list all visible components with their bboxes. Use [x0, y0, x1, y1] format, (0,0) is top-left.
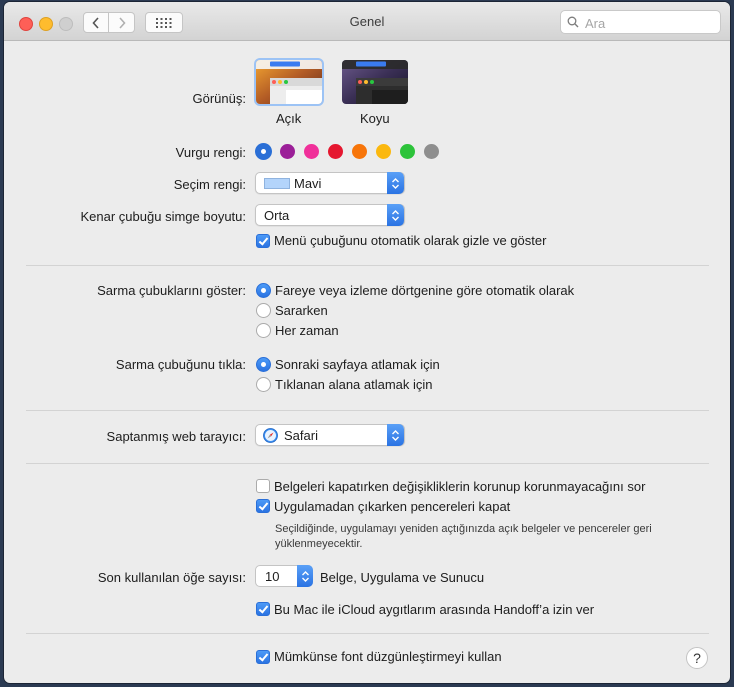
accent-color-swatch[interactable]	[256, 144, 271, 159]
click-next-page-label: Sonraki sayfaya atlamak için	[275, 357, 440, 372]
scrollbars-always-label: Her zaman	[275, 323, 339, 338]
close-windows-label: Uygulamadan çıkarken pencereleri kapat	[274, 499, 511, 514]
popup-arrows-icon	[297, 565, 313, 587]
general-pane: Görünüş: Açık Koyu Vurgu rengi: Seçim re…	[4, 41, 730, 683]
click-spot-label: Tıklanan alana atlamak için	[275, 377, 433, 392]
scrollbars-automatic-label: Fareye veya izleme dörtgenine göre otoma…	[275, 283, 575, 298]
scrollbars-always-radio[interactable]	[256, 323, 271, 338]
sidebar-icon-size-label: Kenar çubuğu simge boyutu:	[80, 209, 247, 224]
recent-items-popup[interactable]: 10	[255, 565, 313, 587]
highlight-color-label: Seçim rengi:	[173, 177, 246, 192]
highlight-swatch	[264, 178, 290, 189]
ask-keep-changes-label: Belgeleri kapatırken değişikliklerin kor…	[274, 479, 646, 494]
menubar-autohide-label: Menü çubuğunu otomatik olarak gizle ve g…	[274, 233, 547, 248]
accent-color-swatch[interactable]	[280, 144, 295, 159]
accent-color-swatch[interactable]	[424, 144, 439, 159]
default-browser-popup[interactable]: Safari	[255, 424, 405, 446]
accent-color-swatch[interactable]	[328, 144, 343, 159]
appearance-light-option[interactable]	[256, 60, 322, 104]
appearance-light-label: Açık	[276, 111, 302, 126]
popup-arrows-icon	[387, 204, 404, 226]
highlight-color-popup[interactable]: Mavi	[255, 172, 405, 194]
scrollbars-scrolling-label: Sararken	[275, 303, 328, 318]
accent-color-label: Vurgu rengi:	[175, 145, 246, 160]
click-spot-radio[interactable]	[256, 377, 271, 392]
popup-arrows-icon	[387, 424, 404, 446]
font-smoothing-checkbox[interactable]	[256, 650, 270, 664]
menubar-autohide-checkbox[interactable]	[256, 234, 270, 248]
popup-arrows-icon	[387, 172, 404, 194]
close-windows-note-line2: yüklenmeyecektir.	[275, 538, 363, 550]
font-smoothing-label: Mümkünse font düzgünleştirmeyi kullan	[274, 649, 502, 664]
scrollbars-automatic-radio[interactable]	[256, 283, 271, 298]
highlight-color-value: Mavi	[294, 176, 322, 191]
recent-items-label: Son kullanılan öğe sayısı:	[97, 570, 246, 585]
show-scrollbars-label: Sarma çubuklarını göster:	[97, 283, 246, 298]
appearance-label: Görünüş:	[192, 91, 246, 106]
dark-appearance-preview	[342, 60, 408, 104]
divider	[26, 633, 709, 634]
title-bar: Genel	[4, 2, 730, 41]
divider	[26, 410, 709, 411]
click-scrollbar-label: Sarma çubuğunu tıkla:	[115, 357, 246, 372]
default-browser-label: Saptanmış web tarayıcı:	[106, 429, 246, 444]
handoff-label: Bu Mac ile iCloud aygıtlarım arasında Ha…	[274, 602, 595, 617]
handoff-checkbox[interactable]	[256, 602, 270, 616]
help-button[interactable]: ?	[686, 647, 708, 669]
click-next-page-radio[interactable]	[256, 357, 271, 372]
sidebar-icon-size-value: Orta	[264, 208, 290, 223]
divider	[26, 463, 709, 464]
accent-color-swatch[interactable]	[304, 144, 319, 159]
close-windows-checkbox[interactable]	[256, 499, 270, 513]
sidebar-icon-size-popup[interactable]: Orta	[255, 204, 405, 226]
default-browser-value: Safari	[284, 428, 318, 443]
search-field[interactable]	[560, 10, 721, 34]
recent-items-suffix: Belge, Uygulama ve Sunucu	[320, 570, 485, 585]
scrollbars-scrolling-radio[interactable]	[256, 303, 271, 318]
accent-color-swatch[interactable]	[400, 144, 415, 159]
safari-icon	[263, 428, 278, 443]
search-input[interactable]	[583, 13, 717, 33]
accent-color-swatch[interactable]	[376, 144, 391, 159]
search-icon	[567, 16, 579, 28]
close-windows-note-line1: Seçildiğinde, uygulamayı yeniden açtığın…	[275, 523, 652, 535]
recent-items-value: 10	[265, 569, 280, 584]
appearance-dark-label: Koyu	[360, 111, 390, 126]
appearance-dark-option[interactable]	[342, 60, 408, 104]
system-preferences-window: Genel Görünüş:	[4, 2, 730, 683]
light-appearance-preview	[256, 60, 322, 104]
ask-keep-changes-checkbox[interactable]	[256, 479, 270, 493]
accent-color-swatch[interactable]	[352, 144, 367, 159]
divider	[26, 265, 709, 266]
